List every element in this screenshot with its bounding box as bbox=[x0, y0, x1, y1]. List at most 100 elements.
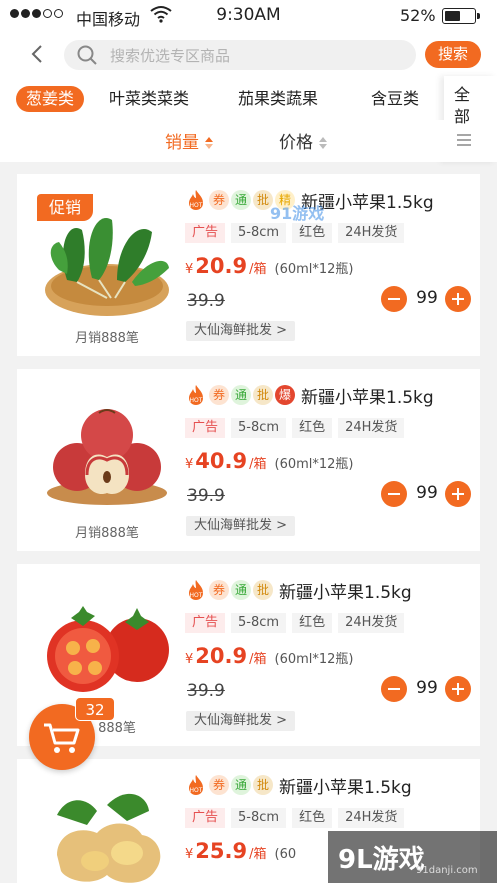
ad-label: 广告 bbox=[185, 808, 226, 828]
attribute-list: 广告 5-8cm 红色 24H发货 bbox=[185, 808, 405, 828]
attribute-shipping: 24H发货 bbox=[338, 613, 405, 633]
hot-label: HOT bbox=[190, 787, 203, 794]
hot-flame-icon: HOT bbox=[189, 190, 203, 210]
category-tab[interactable]: 含豆类 bbox=[371, 86, 419, 112]
tag-bestseller: 爆 bbox=[275, 385, 295, 405]
title-row: HOT 券 通 批 新疆小苹果1.5kg bbox=[185, 773, 412, 798]
seller-link[interactable]: 大仙海鲜批发 > bbox=[186, 711, 296, 731]
price-unit: /箱 bbox=[249, 262, 267, 277]
category-tab[interactable]: 茄果类蔬果 bbox=[238, 86, 318, 112]
category-tab[interactable]: 叶菜类菜类 bbox=[109, 86, 189, 112]
product-spec: (60ml*12瓶) bbox=[274, 457, 354, 472]
attribute-shipping: 24H发货 bbox=[338, 418, 405, 438]
seller-link[interactable]: 大仙海鲜批发 > bbox=[186, 516, 296, 536]
ad-label: 广告 bbox=[185, 418, 226, 438]
product-name: 新疆小苹果1.5kg bbox=[301, 387, 434, 408]
attribute-list: 广告 5-8cm 红色 24H发货 bbox=[185, 613, 405, 633]
product-image-ginger bbox=[57, 793, 161, 883]
tag-wholesale: 批 bbox=[253, 385, 273, 405]
price: 25.9 bbox=[195, 839, 248, 863]
hot-label: HOT bbox=[190, 397, 203, 404]
tag-coupon: 券 bbox=[209, 580, 229, 600]
tag-tong: 通 bbox=[231, 385, 251, 405]
ad-label: 广告 bbox=[185, 223, 226, 243]
back-arrow-icon[interactable] bbox=[28, 44, 46, 64]
battery-percent: 52% bbox=[400, 6, 436, 25]
currency-symbol: ¥ bbox=[185, 262, 194, 277]
tag-coupon: 券 bbox=[209, 775, 229, 795]
sort-bar: 销量 价格 bbox=[0, 120, 444, 162]
attribute-size: 5-8cm bbox=[231, 223, 287, 243]
battery-icon bbox=[442, 8, 480, 24]
price-unit: /箱 bbox=[249, 652, 267, 667]
price-row: ¥ 25.9 /箱 (60 bbox=[185, 839, 296, 863]
decrease-quantity-button[interactable] bbox=[381, 481, 407, 507]
promo-badge: 促销 bbox=[37, 194, 93, 221]
attribute-size: 5-8cm bbox=[231, 613, 287, 633]
watermark: 9L游戏 91danji.com bbox=[328, 831, 497, 883]
sort-sales-label: 销量 bbox=[165, 133, 199, 153]
currency-symbol: ¥ bbox=[185, 652, 194, 667]
attribute-size: 5-8cm bbox=[231, 418, 287, 438]
currency-symbol: ¥ bbox=[185, 847, 194, 862]
price: 40.9 bbox=[195, 449, 248, 473]
increase-quantity-button[interactable] bbox=[445, 286, 471, 312]
quantity-value: 99 bbox=[416, 288, 438, 308]
search-button[interactable]: 搜索 bbox=[425, 41, 481, 68]
price-row: ¥ 20.9 /箱 (60ml*12瓶) bbox=[185, 644, 354, 668]
attribute-size: 5-8cm bbox=[231, 808, 287, 828]
attribute-shipping: 24H发货 bbox=[338, 223, 405, 243]
price-row: ¥ 20.9 /箱 (60ml*12瓶) bbox=[185, 254, 354, 278]
product-spec: (60 bbox=[274, 847, 297, 862]
tag-tong: 通 bbox=[231, 190, 251, 210]
title-row: HOT 券 通 批 爆 新疆小苹果1.5kg bbox=[185, 383, 434, 408]
price-unit: /箱 bbox=[249, 457, 267, 472]
attribute-list: 广告 5-8cm 红色 24H发货 bbox=[185, 418, 405, 438]
hot-label: HOT bbox=[190, 202, 203, 209]
product-image-tomatoes bbox=[47, 606, 169, 692]
seller-link[interactable]: 大仙海鲜批发 > bbox=[186, 321, 296, 341]
tag-tong: 通 bbox=[231, 775, 251, 795]
product-image-apples bbox=[47, 409, 167, 505]
attribute-color: 红色 bbox=[292, 223, 333, 243]
ad-label: 广告 bbox=[185, 613, 226, 633]
attribute-color: 红色 bbox=[292, 418, 333, 438]
decrease-quantity-button[interactable] bbox=[381, 286, 407, 312]
cart-count-badge: 32 bbox=[75, 697, 115, 721]
price: 20.9 bbox=[195, 254, 248, 278]
search-input[interactable]: 搜索优选专区商品 bbox=[64, 40, 416, 70]
currency-symbol: ¥ bbox=[185, 457, 194, 472]
tag-wholesale: 批 bbox=[253, 775, 273, 795]
watermark-logo: 9L游戏 bbox=[338, 845, 425, 875]
watermark-domain: 91danji.com bbox=[416, 865, 478, 876]
decrease-quantity-button[interactable] bbox=[381, 676, 407, 702]
hot-flame-icon: HOT bbox=[189, 580, 203, 600]
category-tab-active[interactable]: 葱姜类 bbox=[16, 86, 85, 112]
tag-coupon: 券 bbox=[209, 190, 229, 210]
hot-flame-icon: HOT bbox=[189, 775, 203, 795]
attribute-shipping: 24H发货 bbox=[338, 808, 405, 828]
monthly-sales: 月销888笔 bbox=[75, 331, 139, 346]
product-card[interactable]: 促销 月销888笔 HOT 券 通 批 精 新疆小苹果1.5kg 广告 5-8c… bbox=[17, 174, 480, 356]
attribute-color: 红色 bbox=[292, 808, 333, 828]
tag-wholesale: 批 bbox=[253, 580, 273, 600]
increase-quantity-button[interactable] bbox=[445, 481, 471, 507]
tag-coupon: 券 bbox=[209, 385, 229, 405]
price: 20.9 bbox=[195, 644, 248, 668]
sort-by-price[interactable]: 价格 bbox=[279, 128, 327, 153]
original-price: 39.9 bbox=[187, 486, 225, 506]
tag-tong: 通 bbox=[231, 580, 251, 600]
attribute-color: 红色 bbox=[292, 613, 333, 633]
category-tabs: 葱姜类 叶菜类菜类 茄果类蔬果 含豆类 bbox=[0, 76, 497, 120]
all-categories-button[interactable]: 全部 bbox=[444, 76, 497, 162]
watermark-overlay: 91游戏 bbox=[270, 204, 325, 223]
sort-by-sales[interactable]: 销量 bbox=[165, 128, 213, 153]
price-row: ¥ 40.9 /箱 (60ml*12瓶) bbox=[185, 449, 354, 473]
sort-price-label: 价格 bbox=[279, 133, 313, 153]
increase-quantity-button[interactable] bbox=[445, 676, 471, 702]
product-card[interactable]: 月销888笔 HOT 券 通 批 爆 新疆小苹果1.5kg 广告 5-8cm 红… bbox=[17, 369, 480, 551]
sort-arrows-icon bbox=[205, 137, 213, 149]
quantity-value: 99 bbox=[416, 678, 438, 698]
search-placeholder: 搜索优选专区商品 bbox=[110, 47, 231, 65]
hot-label: HOT bbox=[190, 592, 203, 599]
